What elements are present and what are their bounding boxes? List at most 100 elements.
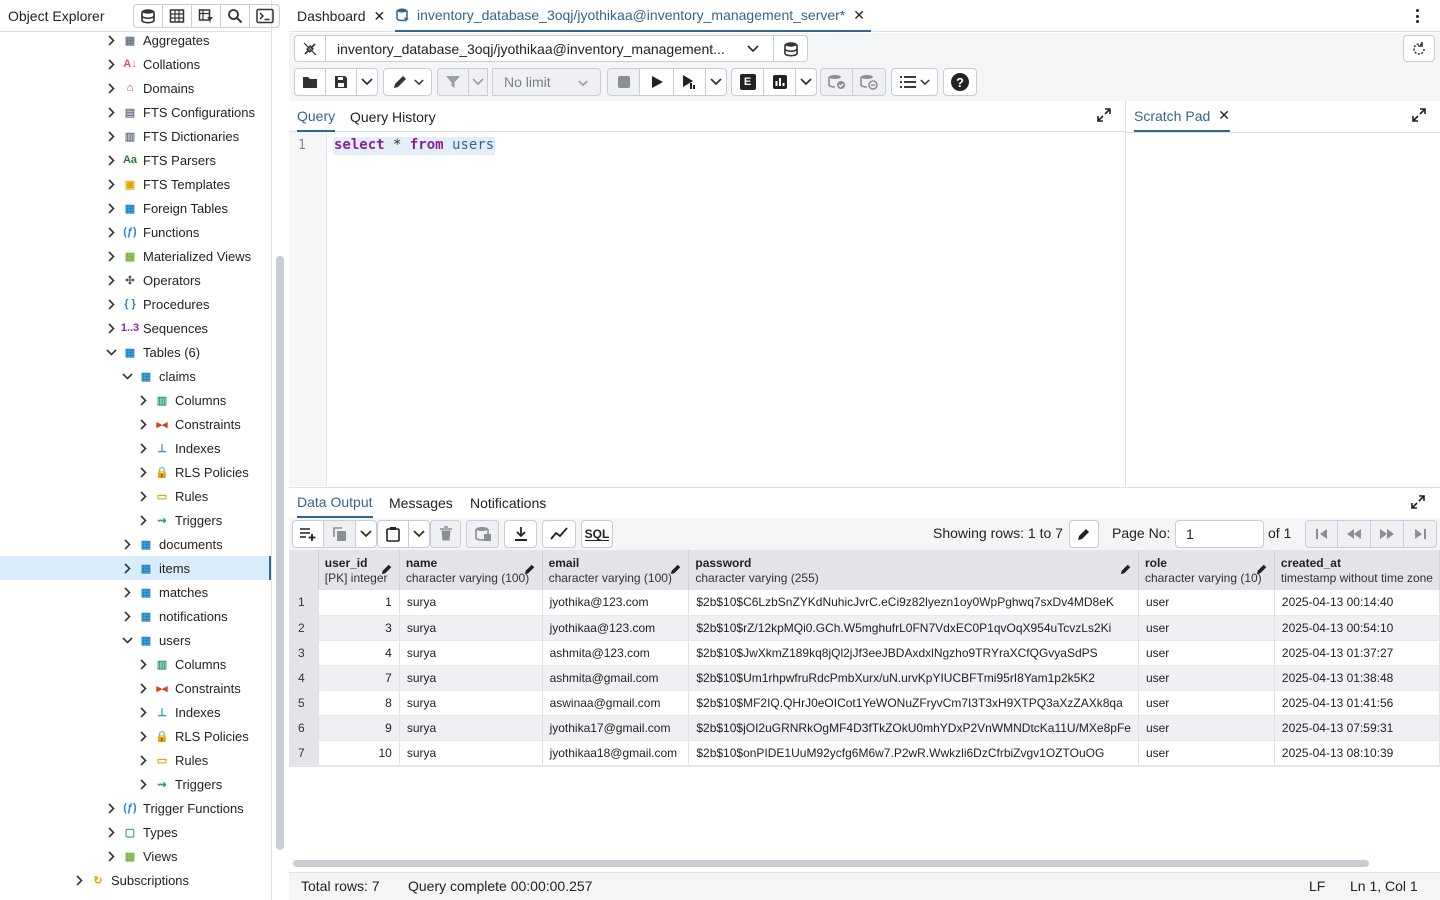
edit-pencil-icon[interactable]	[524, 563, 536, 578]
filter-button[interactable]	[437, 68, 469, 96]
paste-button[interactable]	[377, 520, 409, 548]
edit-options-button[interactable]	[383, 68, 432, 96]
tree-node-rules[interactable]: ▭ Rules	[0, 748, 271, 772]
tree-node-collations[interactable]: A↓ Collations	[0, 52, 271, 76]
cell-created-at[interactable]: 2025-04-13 00:54:10	[1274, 615, 1440, 641]
save-options-dropdown[interactable]	[356, 68, 378, 96]
table-row[interactable]: 1 1 surya jyothika@123.com $2b$10$C6LzbSnZYK…	[289, 590, 1440, 616]
cell-name[interactable]: surya	[399, 665, 543, 691]
column-header-role[interactable]: role character varying (10)	[1138, 550, 1275, 590]
chevron-right-icon[interactable]	[104, 825, 118, 839]
query-tool-button[interactable]	[134, 5, 163, 27]
cell-email[interactable]: jyothikaa@123.com	[542, 615, 690, 641]
row-limit-select[interactable]: No limit	[492, 68, 601, 96]
grid-horizontal-scrollbar[interactable]	[293, 860, 1369, 867]
chevron-right-icon[interactable]	[136, 681, 150, 695]
cell-role[interactable]: user	[1138, 715, 1275, 741]
cell-user-id[interactable]: 4	[318, 640, 400, 666]
row-number[interactable]: 1	[289, 590, 319, 616]
cell-name[interactable]: surya	[399, 590, 543, 616]
chevron-right-icon[interactable]	[104, 249, 118, 263]
cell-created-at[interactable]: 2025-04-13 07:59:31	[1274, 715, 1440, 741]
chevron-right-icon[interactable]	[104, 297, 118, 311]
last-page-button[interactable]	[1403, 520, 1437, 548]
edit-pencil-icon[interactable]	[381, 563, 393, 578]
chevron-right-icon[interactable]	[72, 873, 86, 887]
chevron-right-icon[interactable]	[104, 105, 118, 119]
maximize-icon[interactable]	[1412, 108, 1426, 122]
save-data-button[interactable]	[466, 520, 499, 548]
table-row[interactable]: 2 3 surya jyothikaa@123.com $2b$10$rZ/12kpMQ…	[289, 615, 1440, 641]
tab-notifications[interactable]: Notifications	[470, 488, 546, 518]
tree-node-fts-templates[interactable]: ▣ FTS Templates	[0, 172, 271, 196]
column-header-password[interactable]: password character varying (255)	[688, 550, 1139, 590]
cell-created-at[interactable]: 2025-04-13 08:10:39	[1274, 740, 1440, 766]
explain-analyze-button[interactable]	[763, 68, 796, 96]
previous-page-button[interactable]	[1337, 520, 1371, 548]
chevron-right-icon[interactable]	[136, 441, 150, 455]
row-number[interactable]: 5	[289, 690, 319, 716]
explain-button[interactable]: E	[731, 68, 764, 96]
rollback-button[interactable]	[852, 68, 886, 96]
chevron-down-icon[interactable]	[120, 633, 134, 647]
tree-node-rls-policies[interactable]: 🔒 RLS Policies	[0, 724, 271, 748]
cell-email[interactable]: jyothika@123.com	[542, 590, 690, 616]
chevron-right-icon[interactable]	[120, 537, 134, 551]
table-row[interactable]: 3 4 surya ashmita@123.com $2b$10$JwXkmZ189kq…	[289, 640, 1440, 666]
column-header-created-at[interactable]: created_at timestamp without time zone	[1274, 550, 1440, 590]
refresh-button[interactable]	[1403, 35, 1435, 62]
macros-button[interactable]	[891, 68, 938, 96]
cell-password[interactable]: $2b$10$MF2IQ.QHrJ0eOICot1YeWONuZFryvCm7I…	[688, 690, 1139, 716]
tree-node-notifications[interactable]: ▦ notifications	[0, 604, 271, 628]
tree-node-constraints[interactable]: ▸◂ Constraints	[0, 412, 271, 436]
chevron-right-icon[interactable]	[120, 561, 134, 575]
page-no-input[interactable]: 1	[1175, 520, 1264, 548]
tree-node-columns[interactable]: ▥ Columns	[0, 652, 271, 676]
save-file-button[interactable]	[325, 68, 357, 96]
cell-user-id[interactable]: 7	[318, 665, 400, 691]
close-icon[interactable]: ✕	[374, 8, 386, 25]
connection-status-button[interactable]	[294, 35, 326, 62]
next-page-button[interactable]	[1370, 520, 1404, 548]
tree-node-aggregates[interactable]: ▦ Aggregates	[0, 32, 271, 52]
table-row[interactable]: 5 8 surya aswinaa@gmail.com $2b$10$MF2IQ.QHr…	[289, 690, 1440, 716]
tree-node-indexes[interactable]: ⊥ Indexes	[0, 436, 271, 460]
download-button[interactable]	[504, 520, 537, 548]
chevron-right-icon[interactable]	[104, 201, 118, 215]
cell-name[interactable]: surya	[399, 690, 543, 716]
tree-node-columns[interactable]: ▥ Columns	[0, 388, 271, 412]
edit-pencil-icon[interactable]	[670, 563, 682, 578]
tree-node-rules[interactable]: ▭ Rules	[0, 484, 271, 508]
column-header-name[interactable]: name character varying (100)	[399, 550, 543, 590]
chevron-right-icon[interactable]	[104, 225, 118, 239]
tree-node-indexes[interactable]: ⊥ Indexes	[0, 700, 271, 724]
tab-scratch-pad[interactable]: Scratch Pad ✕	[1134, 101, 1230, 132]
cell-email[interactable]: jyothikaa18@gmail.com	[542, 740, 690, 766]
cell-name[interactable]: surya	[399, 715, 543, 741]
explain-options-dropdown[interactable]	[795, 68, 817, 96]
tree-node-procedures[interactable]: { } Procedures	[0, 292, 271, 316]
help-button[interactable]: ?	[943, 68, 977, 96]
chevron-right-icon[interactable]	[136, 729, 150, 743]
cell-created-at[interactable]: 2025-04-13 01:41:56	[1274, 690, 1440, 716]
chevron-right-icon[interactable]	[136, 417, 150, 431]
tree-node-fts-parsers[interactable]: Aa FTS Parsers	[0, 148, 271, 172]
cell-role[interactable]: user	[1138, 590, 1275, 616]
cell-role[interactable]: user	[1138, 665, 1275, 691]
cell-role[interactable]: user	[1138, 615, 1275, 641]
chevron-right-icon[interactable]	[136, 777, 150, 791]
cell-created-at[interactable]: 2025-04-13 00:14:40	[1274, 590, 1440, 616]
edit-pencil-icon[interactable]	[1256, 563, 1268, 578]
close-icon[interactable]: ✕	[853, 7, 865, 24]
tab-dashboard[interactable]: Dashboard ✕	[297, 0, 385, 32]
graph-visualiser-button[interactable]	[542, 520, 576, 548]
tree-node-types[interactable]: ▢ Types	[0, 820, 271, 844]
chevron-down-icon[interactable]	[104, 345, 118, 359]
cell-user-id[interactable]: 8	[318, 690, 400, 716]
column-header-email[interactable]: email character varying (100)	[542, 550, 690, 590]
tree-node-sequences[interactable]: 1..3 Sequences	[0, 316, 271, 340]
chevron-right-icon[interactable]	[120, 609, 134, 623]
execute-script-button[interactable]	[673, 68, 706, 96]
table-row[interactable]: 7 10 surya jyothikaa18@gmail.com $2b$10$onPI…	[289, 740, 1440, 766]
row-number[interactable]: 7	[289, 740, 319, 766]
